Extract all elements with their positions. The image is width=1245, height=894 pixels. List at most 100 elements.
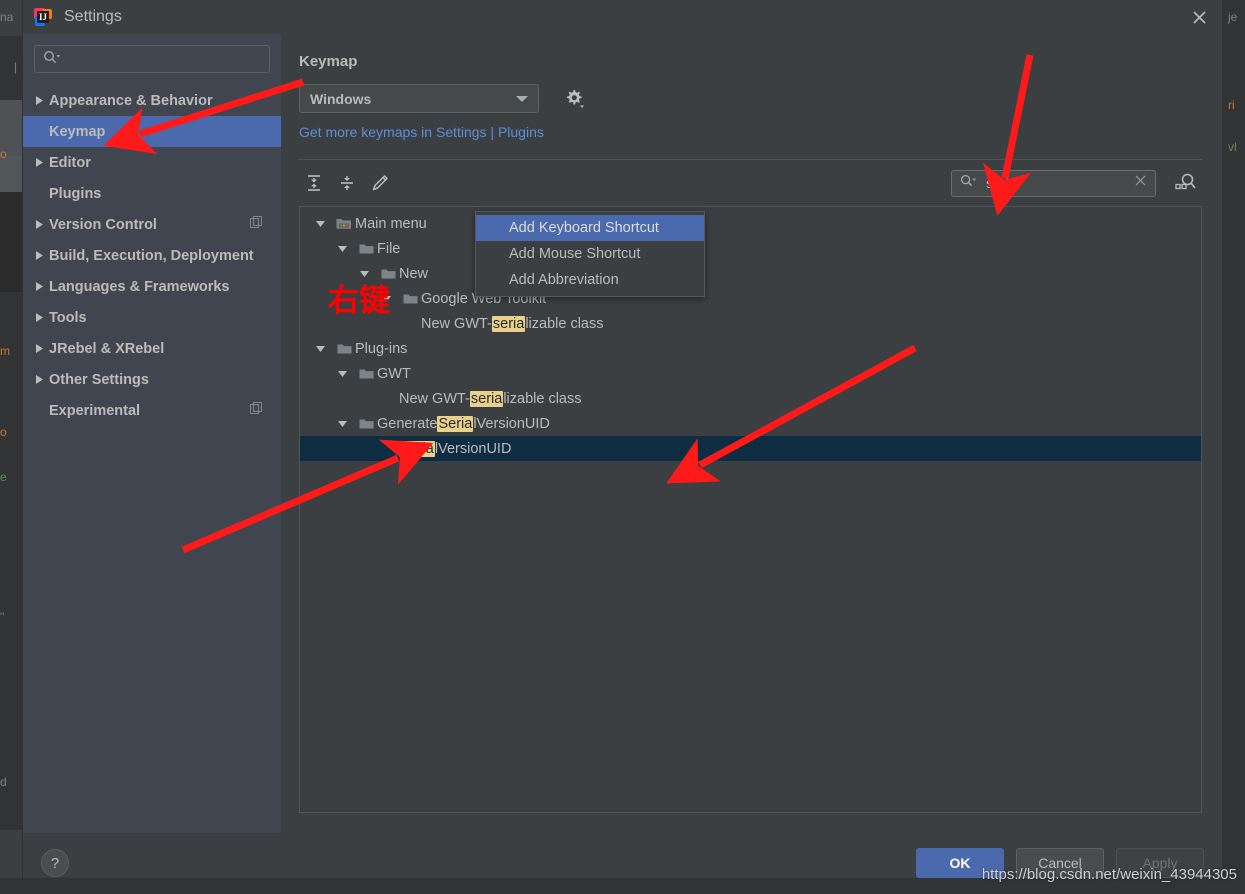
sidebar-item-version-control[interactable]: Version Control: [23, 209, 281, 240]
sidebar-item-label: Editor: [49, 154, 91, 171]
page-title: Keymap: [299, 53, 358, 70]
tree-row[interactable]: Google Web Toolkit: [300, 286, 1201, 311]
annotation-right-click-note: 右键: [328, 283, 390, 319]
clear-icon[interactable]: [1134, 174, 1147, 192]
tree-row-label: New GWT-serializable class: [421, 315, 604, 332]
chevron-down-icon[interactable]: [330, 243, 355, 254]
sidebar-item-editor[interactable]: Editor: [23, 147, 281, 178]
tree-row[interactable]: Plug-ins: [300, 336, 1201, 361]
sidebar-item-label: Other Settings: [49, 371, 149, 388]
sidebar-item-other-settings[interactable]: Other Settings: [23, 364, 281, 395]
edit-shortcut-icon[interactable]: [365, 168, 395, 198]
chevron-right-icon[interactable]: [29, 250, 49, 261]
context-menu-item-add-abbreviation[interactable]: Add Abbreviation: [476, 267, 704, 293]
sidebar-item-build-execution-deployment[interactable]: Build, Execution, Deployment: [23, 240, 281, 271]
background-code-fragment: ": [0, 610, 5, 624]
expand-all-icon[interactable]: [299, 168, 329, 198]
chevron-right-icon[interactable]: [29, 95, 49, 106]
keymap-tree-rows: Main menu File New Google Web Toolkit New GW…: [300, 207, 1201, 461]
sidebar-item-jrebel-xrebel[interactable]: JRebel & XRebel: [23, 333, 281, 364]
sidebar-item-label: Plugins: [49, 185, 102, 202]
background-code-fragment: |: [14, 60, 18, 74]
sidebar-item-tools[interactable]: Tools: [23, 302, 281, 333]
background-band: [0, 830, 22, 878]
watermark: https://blog.csdn.net/weixin_43944305: [981, 866, 1237, 883]
chevron-down-icon[interactable]: [308, 218, 333, 229]
collapse-all-icon[interactable]: [332, 168, 362, 198]
context-menu-item-add-keyboard-shortcut[interactable]: Add Keyboard Shortcut: [476, 215, 704, 241]
tree-row-text: lizable class: [503, 390, 582, 407]
get-more-keymaps-link[interactable]: Get more keymaps in Settings | Plugins: [299, 124, 544, 140]
tree-row-label: GWT: [377, 366, 411, 382]
background-code-fragment: e: [0, 470, 7, 484]
tree-row-label: SerialVersionUID: [399, 440, 511, 457]
keymap-select[interactable]: Windows: [299, 84, 539, 113]
sidebar-item-experimental[interactable]: Experimental: [23, 395, 281, 426]
tree-row[interactable]: New GWT-serializable class: [300, 386, 1201, 411]
dialog-title: Settings: [64, 8, 122, 25]
tree-row[interactable]: New GWT-serializable class: [300, 311, 1201, 336]
folder-icon: [355, 367, 377, 380]
gear-icon[interactable]: [563, 88, 585, 110]
sidebar-item-plugins[interactable]: Plugins: [23, 178, 281, 209]
copy-settings-icon[interactable]: [250, 402, 263, 419]
find-shortcut-input[interactable]: seria: [951, 169, 1156, 197]
chevron-down-icon[interactable]: [308, 343, 333, 354]
find-by-shortcut-icon[interactable]: [1170, 169, 1202, 197]
tree-row[interactable]: SerialVersionUID: [300, 436, 1201, 461]
chevron-right-icon[interactable]: [29, 374, 49, 385]
sidebar-item-label: Build, Execution, Deployment: [49, 247, 254, 264]
background-right-strip: [1223, 0, 1245, 894]
tree-row[interactable]: Main menu: [300, 211, 1201, 236]
tree-row-label: New GWT-serializable class: [399, 390, 582, 407]
keymap-toolbar: seria: [299, 160, 1202, 206]
copy-settings-icon[interactable]: [250, 216, 263, 233]
background-code-fragment: o: [0, 147, 7, 161]
tree-row[interactable]: GenerateSerialVersionUID: [300, 411, 1201, 436]
sidebar-item-keymap[interactable]: Keymap: [23, 116, 281, 147]
background-code-fragment: vl: [1228, 140, 1237, 154]
background-code-fragment: d: [0, 775, 7, 789]
settings-sidebar: Appearance & Behavior Keymap Editor Plugins…: [23, 34, 281, 833]
chevron-down-icon[interactable]: [330, 418, 355, 429]
folder-icon: [355, 242, 377, 255]
main-menu-icon: [333, 217, 355, 230]
tree-row-label: GenerateSerialVersionUID: [377, 415, 550, 432]
chevron-down-icon[interactable]: [330, 368, 355, 379]
chevron-right-icon[interactable]: [29, 343, 49, 354]
tree-row[interactable]: File: [300, 236, 1201, 261]
chevron-right-icon[interactable]: [29, 281, 49, 292]
search-match-highlight: seria: [491, 315, 526, 332]
tree-row-text: Plug-ins: [355, 340, 408, 357]
chevron-right-icon[interactable]: [29, 312, 49, 323]
chevron-down-icon: [516, 95, 528, 102]
close-icon[interactable]: [1176, 0, 1222, 34]
background-code-fragment: na: [0, 10, 14, 24]
search-input[interactable]: [34, 45, 270, 73]
sidebar-item-label: Appearance & Behavior: [49, 92, 213, 109]
keymap-select-value: Windows: [310, 90, 372, 107]
chevron-right-icon[interactable]: [29, 157, 49, 168]
sidebar-item-appearance-behavior[interactable]: Appearance & Behavior: [23, 85, 281, 116]
sidebar-item-languages-frameworks[interactable]: Languages & Frameworks: [23, 271, 281, 302]
help-button[interactable]: ?: [41, 849, 69, 877]
search-match-highlight: Seria: [437, 415, 474, 432]
tree-row[interactable]: New: [300, 261, 1201, 286]
keymap-tree[interactable]: Main menu File New Google Web Toolkit New GW…: [299, 206, 1202, 813]
search-match-highlight: seria: [469, 390, 504, 407]
settings-dialog: IJ Settings Appearance & Behavior Keymap…: [22, 0, 1223, 894]
sidebar-item-label: JRebel & XRebel: [49, 340, 165, 357]
tree-row-text: lVersionUID: [473, 415, 550, 432]
background-band: [0, 192, 22, 292]
tree-row-label: New: [399, 266, 428, 282]
tree-row-text: Main menu: [355, 215, 427, 232]
sidebar-item-label: Version Control: [49, 216, 157, 233]
chevron-right-icon[interactable]: [29, 219, 49, 230]
tree-row[interactable]: GWT: [300, 361, 1201, 386]
tree-row-text: File: [377, 240, 401, 257]
tree-row-text: Generate: [377, 415, 438, 432]
background-code-fragment: ri: [1228, 98, 1235, 112]
background-code-fragment: m: [0, 344, 10, 358]
context-menu[interactable]: Add Keyboard Shortcut Add Mouse Shortcut A…: [475, 211, 705, 297]
context-menu-item-add-mouse-shortcut[interactable]: Add Mouse Shortcut: [476, 241, 704, 267]
